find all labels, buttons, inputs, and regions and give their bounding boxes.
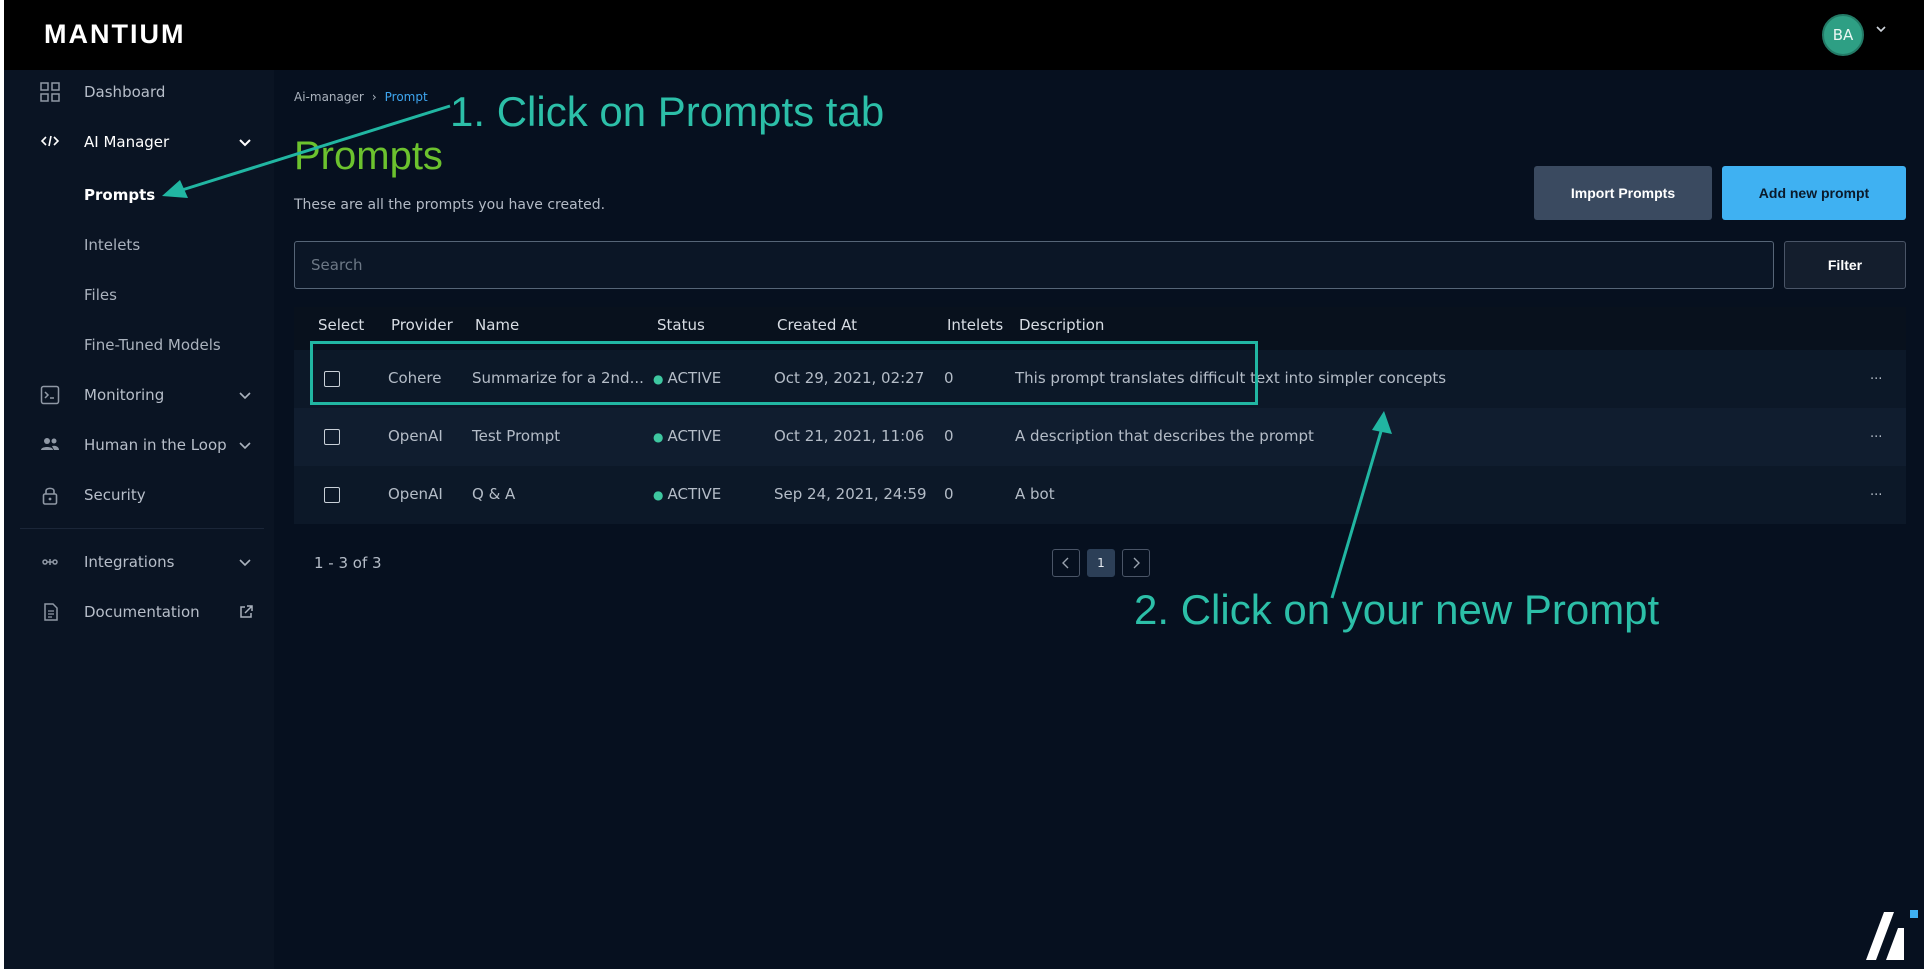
prompts-table: Select Provider Name Status Created At I… <box>294 307 1906 524</box>
cell-provider: OpenAI <box>388 485 443 503</box>
sidebar-subitem-fine-tuned-models[interactable]: Fine-Tuned Models <box>84 336 221 354</box>
page-subtitle: These are all the prompts you have creat… <box>294 197 606 213</box>
column-header-description[interactable]: Description <box>1019 316 1104 334</box>
sidebar-item-ai-manager[interactable]: AI Manager <box>4 122 274 162</box>
column-header-status[interactable]: Status <box>657 316 705 334</box>
cell-description: A description that describes the prompt <box>1015 427 1314 445</box>
grid-icon <box>40 82 60 102</box>
sidebar-item-security[interactable]: Security <box>4 475 274 515</box>
annotation-step-2: 2. Click on your new Prompt <box>1134 586 1660 633</box>
breadcrumb-current[interactable]: Prompt <box>385 90 428 104</box>
breadcrumb-separator: › <box>371 90 377 104</box>
column-header-created-at[interactable]: Created At <box>777 316 857 334</box>
breadcrumb-parent[interactable]: Ai-manager <box>294 90 364 104</box>
table-row[interactable]: OpenAI Q & A ● ACTIVE Sep 24, 2021, 24:59… <box>294 466 1906 524</box>
pagination-summary: 1 - 3 of 3 <box>314 554 382 572</box>
column-header-select: Select <box>318 316 365 334</box>
sidebar: Dashboard AI Manager Prompts Intelets Fi… <box>4 70 274 969</box>
lock-icon <box>42 487 58 505</box>
pagination-page-button[interactable]: 1 <box>1087 549 1115 577</box>
sidebar-item-documentation[interactable]: Documentation <box>4 592 274 632</box>
import-prompts-button[interactable]: Import Prompts <box>1534 166 1712 220</box>
row-more-menu[interactable]: ... <box>1870 426 1882 441</box>
sidebar-item-label: Security <box>84 486 146 504</box>
chevron-down-icon[interactable] <box>238 389 252 403</box>
status-dot-icon: ● <box>653 488 664 502</box>
sidebar-item-label: Dashboard <box>84 83 166 101</box>
chevron-down-icon[interactable] <box>238 439 252 453</box>
sidebar-item-dashboard[interactable]: Dashboard <box>4 72 274 112</box>
cell-status: ● ACTIVE <box>653 485 721 503</box>
cell-intelets: 0 <box>944 485 954 503</box>
integrations-icon <box>42 559 58 565</box>
filter-button[interactable]: Filter <box>1784 241 1906 289</box>
cell-intelets: 0 <box>944 427 954 445</box>
cell-name[interactable]: Test Prompt <box>472 427 560 445</box>
row-more-menu[interactable]: ... <box>1870 368 1882 383</box>
cell-created-at: Sep 24, 2021, 24:59 <box>774 485 927 503</box>
table-row[interactable]: OpenAI Test Prompt ● ACTIVE Oct 21, 2021,… <box>294 408 1906 466</box>
chevron-down-icon[interactable] <box>238 556 252 570</box>
cell-name[interactable]: Q & A <box>472 485 515 503</box>
cell-description: A bot <box>1015 485 1055 503</box>
status-dot-icon: ● <box>653 430 664 444</box>
code-icon <box>40 135 60 147</box>
column-header-name[interactable]: Name <box>475 316 519 334</box>
add-new-prompt-button[interactable]: Add new prompt <box>1722 166 1906 220</box>
chevron-right-icon <box>1133 557 1140 569</box>
sidebar-item-monitoring[interactable]: Monitoring <box>4 375 274 415</box>
annotation-step-1: 1. Click on Prompts tab <box>450 88 885 135</box>
chevron-left-icon <box>1062 557 1069 569</box>
sidebar-item-label: Documentation <box>84 603 200 621</box>
status-label: ACTIVE <box>667 485 722 503</box>
search-input[interactable] <box>294 241 1774 289</box>
external-link-icon[interactable] <box>238 604 254 620</box>
annotation-highlight-box <box>310 341 1258 405</box>
terminal-icon <box>40 385 60 405</box>
sidebar-item-label: Human in the Loop <box>84 436 227 454</box>
cell-provider: OpenAI <box>388 427 443 445</box>
row-more-menu[interactable]: ... <box>1870 484 1882 499</box>
pagination-next-button[interactable] <box>1122 549 1150 577</box>
sidebar-item-label: Monitoring <box>84 386 165 404</box>
chevron-down-icon[interactable] <box>1874 22 1888 36</box>
sidebar-subitem-files[interactable]: Files <box>84 286 117 304</box>
row-checkbox[interactable] <box>324 487 340 503</box>
pagination-prev-button[interactable] <box>1052 549 1080 577</box>
app-window: MANTIUM BA Dashboard AI Manager Prompts … <box>4 0 1924 969</box>
sidebar-item-label: AI Manager <box>84 133 170 151</box>
status-label: ACTIVE <box>667 427 722 445</box>
sidebar-subitem-prompts[interactable]: Prompts <box>84 186 155 204</box>
cell-status: ● ACTIVE <box>653 427 721 445</box>
breadcrumb: Ai-manager › Prompt <box>294 90 428 104</box>
row-checkbox[interactable] <box>324 429 340 445</box>
sidebar-item-integrations[interactable]: Integrations <box>4 542 274 582</box>
chevron-down-icon[interactable] <box>238 136 252 150</box>
column-header-provider[interactable]: Provider <box>391 316 453 334</box>
column-header-intelets[interactable]: Intelets <box>947 316 1003 334</box>
people-icon <box>41 438 59 450</box>
sidebar-subitem-intelets[interactable]: Intelets <box>84 236 140 254</box>
cell-created-at: Oct 21, 2021, 11:06 <box>774 427 925 445</box>
mantium-logo[interactable]: MANTIUM <box>44 19 185 50</box>
avatar[interactable]: BA <box>1822 14 1864 56</box>
sidebar-item-label: Integrations <box>84 553 175 571</box>
corner-logo-icon <box>1866 910 1918 960</box>
page-title: Prompts <box>294 134 443 178</box>
sidebar-item-human-in-the-loop[interactable]: Human in the Loop <box>4 425 274 465</box>
top-bar: MANTIUM BA <box>4 0 1924 70</box>
document-icon <box>44 603 58 621</box>
sidebar-divider <box>20 528 264 529</box>
